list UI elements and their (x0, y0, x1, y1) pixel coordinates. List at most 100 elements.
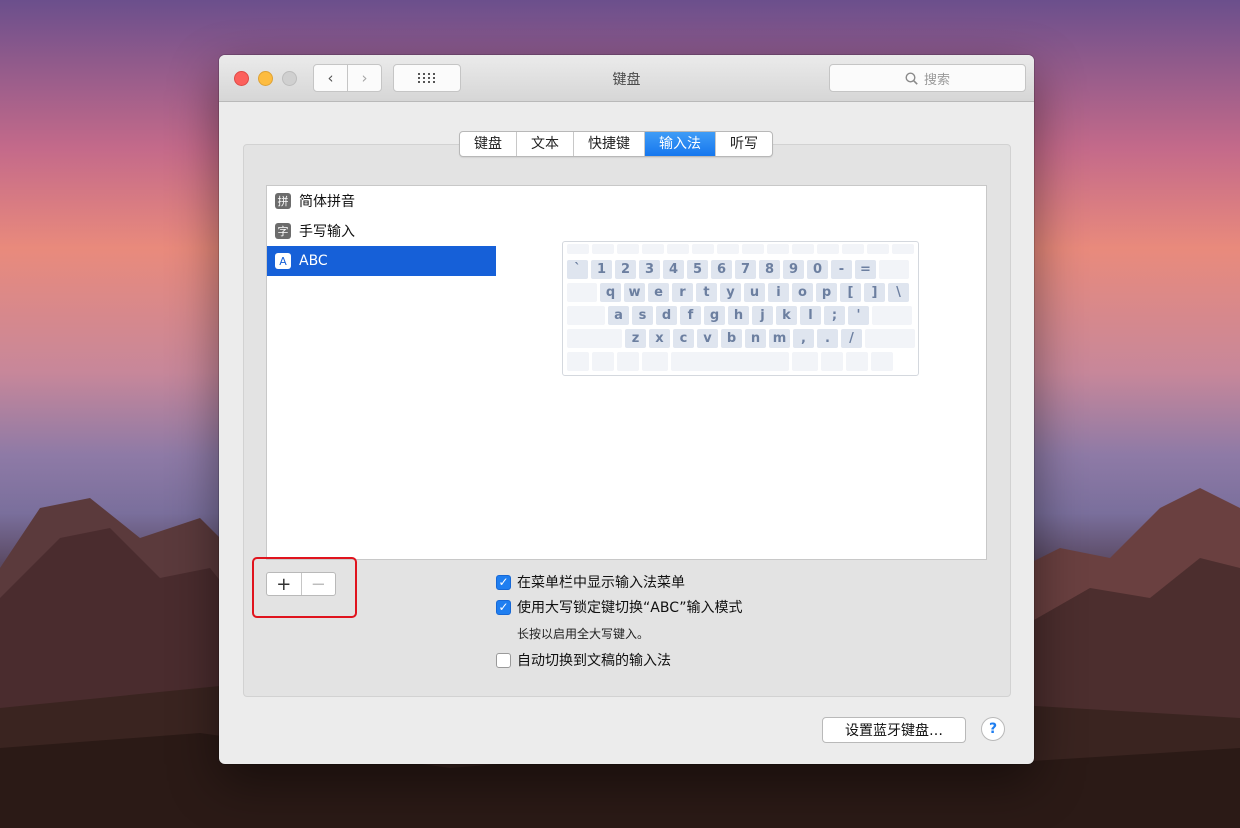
keyboard-key: o (792, 283, 813, 302)
checkbox-checked[interactable]: ✓ (496, 574, 511, 590)
keyboard-key: 0 (807, 260, 828, 279)
keyboard-key: , (793, 329, 814, 348)
keyboard-key-blank (567, 352, 589, 371)
keyboard-preferences-window: ‹ › 键盘 搜索 键盘 文本 快捷键 输入法 听写 拼 简体拼音 字 手写输入… (219, 55, 1034, 764)
keyboard-key-blank (842, 244, 864, 254)
search-field[interactable]: 搜索 (829, 64, 1026, 92)
list-item-label: 手写输入 (299, 224, 355, 240)
help-button[interactable]: ? (981, 717, 1005, 741)
keyboard-key: m (769, 329, 790, 348)
tab-input-sources[interactable]: 输入法 (644, 132, 715, 156)
keyboard-key: k (776, 306, 797, 325)
option-label: 使用大写锁定键切换“ABC”输入模式 (517, 600, 743, 616)
input-source-list[interactable]: 拼 简体拼音 字 手写输入 A ABC (266, 185, 497, 560)
keyboard-key: 9 (783, 260, 804, 279)
keyboard-key: x (649, 329, 670, 348)
keyboard-key-blank (667, 244, 689, 254)
keyboard-key: [ (840, 283, 861, 302)
keyboard-key: 8 (759, 260, 780, 279)
list-item-pinyin[interactable]: 拼 简体拼音 (267, 186, 496, 216)
tab-shortcuts[interactable]: 快捷键 (573, 132, 644, 156)
keyboard-key: e (648, 283, 669, 302)
title-bar: ‹ › 键盘 搜索 (219, 55, 1034, 102)
keyboard-key-blank (567, 244, 589, 254)
keyboard-key: - (831, 260, 852, 279)
keyboard-key-blank (592, 352, 614, 371)
keyboard-key-blank (871, 352, 893, 371)
keyboard-key: u (744, 283, 765, 302)
keyboard-key: ; (824, 306, 845, 325)
keyboard-key: / (841, 329, 862, 348)
keyboard-key-blank (671, 352, 789, 371)
abc-icon: A (275, 253, 291, 269)
tab-bar: 键盘 文本 快捷键 输入法 听写 (459, 131, 773, 157)
keyboard-row (567, 352, 914, 371)
pinyin-icon: 拼 (275, 193, 291, 209)
keyboard-key: t (696, 283, 717, 302)
keyboard-key: n (745, 329, 766, 348)
keyboard-key: \ (888, 283, 909, 302)
option-caps-lock-switch[interactable]: ✓ 使用大写锁定键切换“ABC”输入模式 (496, 597, 742, 617)
keyboard-key: d (656, 306, 677, 325)
keyboard-key: a (608, 306, 629, 325)
search-icon (905, 71, 918, 85)
keyboard-key: ] (864, 283, 885, 302)
list-item-label: 简体拼音 (299, 194, 355, 210)
list-item-handwriting[interactable]: 字 手写输入 (267, 216, 496, 246)
keyboard-key-blank (867, 244, 889, 254)
keyboard-preview-panel: ` 1 2 3 4 5 6 7 8 9 0- = q w e r t y u i o p[] \ a s d f g h j k l; ' z x c… (496, 185, 987, 560)
list-item-label: ABC (299, 253, 328, 269)
keyboard-row: q w e r t y u i o p[] \ (567, 283, 914, 302)
keyboard-key: 7 (735, 260, 756, 279)
tab-dictation[interactable]: 听写 (715, 132, 772, 156)
annotation-highlight-box (252, 557, 357, 618)
keyboard-key: . (817, 329, 838, 348)
keyboard-row: a s d f g h j k l; ' (567, 306, 914, 325)
keyboard-key: r (672, 283, 693, 302)
tab-text[interactable]: 文本 (516, 132, 573, 156)
keyboard-key: ` (567, 260, 588, 279)
keyboard-key: q (600, 283, 621, 302)
handwriting-icon: 字 (275, 223, 291, 239)
keyboard-key-blank (617, 244, 639, 254)
keyboard-key: j (752, 306, 773, 325)
list-item-abc[interactable]: A ABC (267, 246, 496, 276)
keyboard-key: c (673, 329, 694, 348)
option-label: 在菜单栏中显示输入法菜单 (517, 575, 685, 591)
keyboard-key: f (680, 306, 701, 325)
keyboard-layout-preview: ` 1 2 3 4 5 6 7 8 9 0- = q w e r t y u i o p[] \ a s d f g h j k l; ' z x c… (562, 241, 919, 376)
keyboard-key-blank (567, 329, 622, 348)
keyboard-key: 2 (615, 260, 636, 279)
setup-bluetooth-keyboard-button[interactable]: 设置蓝牙键盘… (822, 717, 966, 743)
keyboard-key-blank (592, 244, 614, 254)
keyboard-key: 4 (663, 260, 684, 279)
option-auto-switch[interactable]: 自动切换到文稿的输入法 (496, 650, 671, 670)
keyboard-key-blank (767, 244, 789, 254)
keyboard-key-blank (742, 244, 764, 254)
keyboard-key: 3 (639, 260, 660, 279)
keyboard-key: l (800, 306, 821, 325)
keyboard-key-blank (567, 306, 605, 325)
tab-keyboard[interactable]: 键盘 (460, 132, 516, 156)
caps-lock-hint: 长按以启用全大写键入。 (517, 627, 650, 641)
keyboard-key: w (624, 283, 645, 302)
keyboard-key: = (855, 260, 876, 279)
keyboard-row: z x c v b n m,. / (567, 329, 915, 348)
keyboard-key-blank (617, 352, 639, 371)
checkbox-checked[interactable]: ✓ (496, 599, 511, 615)
keyboard-key-blank (817, 244, 839, 254)
keyboard-key-blank (872, 306, 912, 325)
keyboard-key: b (721, 329, 742, 348)
keyboard-key: v (697, 329, 718, 348)
keyboard-key-blank (642, 352, 668, 371)
checkbox-unchecked[interactable] (496, 652, 511, 668)
keyboard-key: i (768, 283, 789, 302)
keyboard-key: z (625, 329, 646, 348)
keyboard-key: g (704, 306, 725, 325)
keyboard-key: h (728, 306, 749, 325)
keyboard-key-blank (567, 283, 597, 302)
keyboard-key-blank (792, 352, 818, 371)
keyboard-key-blank (792, 244, 814, 254)
keyboard-key-blank (642, 244, 664, 254)
option-show-menu[interactable]: ✓ 在菜单栏中显示输入法菜单 (496, 572, 685, 592)
